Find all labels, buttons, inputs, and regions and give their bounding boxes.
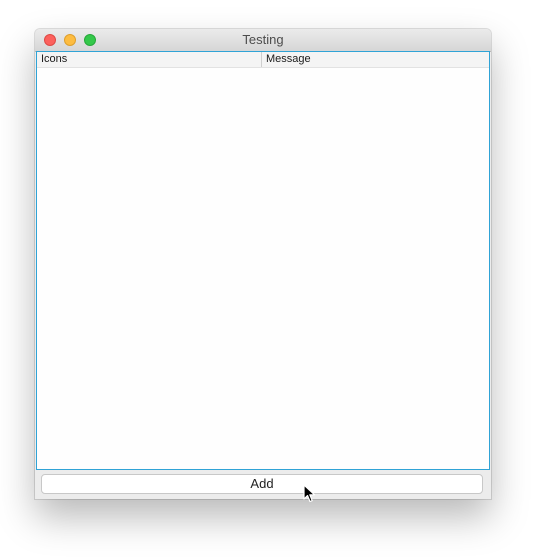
- title-bar[interactable]: Testing: [35, 29, 491, 52]
- add-button[interactable]: Add: [41, 474, 483, 494]
- column-header-icons[interactable]: Icons: [37, 52, 262, 67]
- app-window: Testing Icons Message Add: [35, 29, 491, 499]
- table-header: Icons Message: [37, 52, 489, 68]
- mouse-pointer-icon: [303, 484, 316, 503]
- message-table[interactable]: Icons Message: [36, 51, 490, 470]
- column-header-message[interactable]: Message: [262, 52, 487, 67]
- button-bar: Add: [35, 470, 491, 499]
- window-title: Testing: [242, 32, 284, 47]
